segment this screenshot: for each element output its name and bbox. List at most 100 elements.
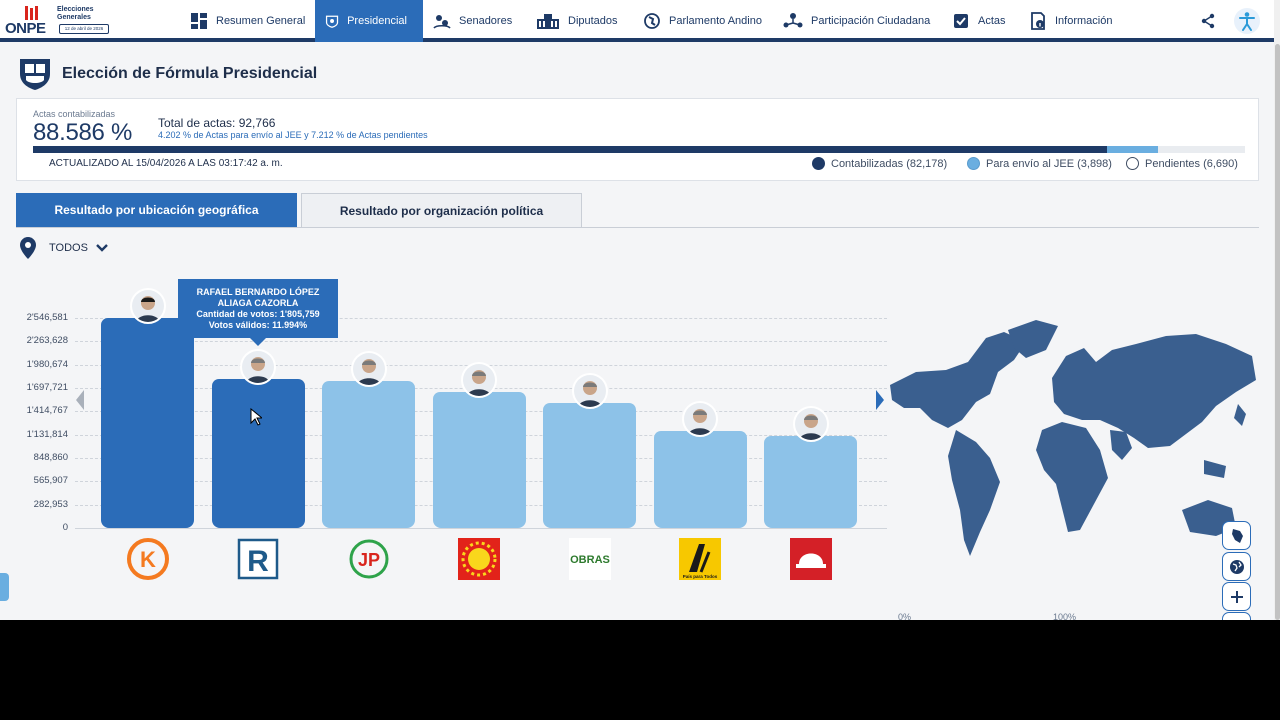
nav-resumen-general[interactable]: Resumen General xyxy=(190,0,305,42)
tooltip-name-2: ALIAGA CAZORLA xyxy=(217,298,299,308)
top-navigation: ONPE Elecciones Generales 12 de abril de… xyxy=(0,0,1274,42)
party-obras-logo-icon: OBRAS xyxy=(568,538,611,580)
tab-organizacion-politica[interactable]: Resultado por organización política xyxy=(301,193,582,227)
candidate-avatar xyxy=(461,361,497,398)
legend-jee: Para envío al JEE (3,898) xyxy=(967,157,1112,170)
flag-logo-icon xyxy=(25,6,38,20)
zoom-out-button[interactable] xyxy=(1222,612,1251,620)
nav-diputados[interactable]: Diputados xyxy=(536,0,618,42)
chart-next-arrow[interactable] xyxy=(876,390,884,410)
bar-6[interactable] xyxy=(653,430,747,528)
location-filter[interactable]: TODOS xyxy=(20,237,108,259)
senate-icon xyxy=(433,15,451,29)
nav-label: Participación Ciudadana xyxy=(811,15,931,27)
bar-1[interactable] xyxy=(101,318,194,528)
mouse-cursor-icon xyxy=(250,408,262,426)
nav-presidencial[interactable]: Presidencial xyxy=(315,0,423,42)
north-america-shape xyxy=(890,332,1026,428)
actas-label: Actas contabilizadas xyxy=(33,109,116,119)
candidate-avatar xyxy=(240,349,276,386)
share-icon[interactable] xyxy=(1200,13,1216,29)
world-view-button[interactable] xyxy=(1222,552,1251,581)
presidential-seal-icon xyxy=(325,15,339,28)
zoom-in-icon xyxy=(1230,590,1243,603)
svg-text:R: R xyxy=(247,545,269,578)
people-network-icon xyxy=(783,13,803,28)
scrollbar-thumb[interactable] xyxy=(1275,44,1280,620)
nav-label: Información xyxy=(1055,15,1113,27)
nav-informacion[interactable]: Información xyxy=(1029,0,1112,42)
y-tick-label: 1'980,674 xyxy=(26,358,68,370)
party-road-logo-icon: País para Todos xyxy=(679,538,721,580)
progress-contabilizadas xyxy=(33,146,1107,153)
south-america-shape xyxy=(948,430,1000,556)
bar-3[interactable] xyxy=(322,381,415,528)
japan-shape xyxy=(1234,404,1246,426)
world-map[interactable] xyxy=(886,310,1258,560)
bar-4[interactable] xyxy=(432,391,526,528)
dashboard-icon xyxy=(191,13,207,29)
tooltip-valid: Votos válidos: 11.994% xyxy=(208,320,308,330)
actas-progress-bar xyxy=(33,146,1245,153)
legend-dot xyxy=(812,157,825,170)
indonesia-shape xyxy=(1204,460,1226,478)
nav-participacion-ciudadana[interactable]: Participación Ciudadana xyxy=(783,0,930,42)
party-jp-logo-icon: JP xyxy=(348,538,390,580)
progress-jee xyxy=(1107,146,1158,153)
tab-divider xyxy=(16,227,1259,228)
checklist-icon xyxy=(954,14,968,28)
y-tick-label: 565,907 xyxy=(33,475,68,487)
y-tick-label: 282,953 xyxy=(33,498,68,510)
page-header: Elección de Fórmula Presidencial xyxy=(16,56,317,92)
tooltip-votes: Cantidad de votos: 1'805,759 xyxy=(196,309,320,319)
peru-coat-of-arms-icon xyxy=(20,59,50,90)
accessibility-icon[interactable] xyxy=(1234,8,1260,34)
svg-text:JP: JP xyxy=(357,550,379,570)
chart-prev-arrow[interactable] xyxy=(76,390,84,410)
tab-ubicacion-geografica[interactable]: Resultado por ubicación geográfica xyxy=(16,193,297,227)
info-document-icon xyxy=(1031,12,1045,30)
logo-generales: Generales xyxy=(57,14,91,21)
nav-label: Senadores xyxy=(459,15,513,27)
browser-viewport: ONPE Elecciones Generales 12 de abril de… xyxy=(0,0,1280,620)
congress-building-icon xyxy=(537,14,559,29)
party-r-logo-icon: R xyxy=(237,538,279,580)
svg-text:K: K xyxy=(140,547,156,572)
presidential-results-chart: 0 282,953 565,907 848,860 1'131,814 1'414,767… xyxy=(0,270,890,590)
svg-text:OBRAS: OBRAS xyxy=(570,554,610,566)
nav-senadores[interactable]: Senadores xyxy=(433,0,512,42)
nav-actas[interactable]: Actas xyxy=(952,0,1006,42)
side-panel-handle[interactable] xyxy=(0,573,9,601)
gridline xyxy=(75,341,887,343)
legend-label: Pendientes (6,690) xyxy=(1145,157,1238,170)
filter-label: TODOS xyxy=(49,242,88,254)
party-helmet-logo-icon xyxy=(789,538,832,580)
party-sun-logo-icon xyxy=(458,538,500,580)
legend-dot xyxy=(1126,157,1139,170)
total-actas: Total de actas: 92,766 xyxy=(158,116,276,130)
tooltip-name-1: RAFAEL BERNARDO LÓPEZ xyxy=(196,287,320,297)
y-tick-label: 0 xyxy=(62,522,68,533)
zoom-in-button[interactable] xyxy=(1222,582,1251,611)
map-scale-max: 100% xyxy=(1053,612,1077,620)
bar-2[interactable] xyxy=(211,379,305,528)
legend-contabilizadas: Contabilizadas (82,178) xyxy=(812,157,947,170)
nav-parlamento-andino[interactable]: Parlamento Andino xyxy=(643,0,762,42)
candidate-avatar xyxy=(571,373,608,410)
updated-timestamp: ACTUALIZADO AL 15/04/2026 A LAS 03:17:42… xyxy=(49,158,283,169)
globe-icon xyxy=(1229,559,1244,574)
andean-globe-icon xyxy=(644,13,660,29)
legend-pendientes: Pendientes (6,690) xyxy=(1126,157,1238,170)
legend-label: Contabilizadas (82,178) xyxy=(831,157,948,170)
bar-5[interactable] xyxy=(543,403,636,528)
bar-7[interactable] xyxy=(764,436,857,528)
actas-summary-card: Actas contabilizadas 88.586 % Total de a… xyxy=(16,98,1259,181)
logo-elecciones: Elecciones xyxy=(57,6,94,13)
location-pin-icon xyxy=(20,237,36,259)
peru-map-button[interactable] xyxy=(1222,521,1251,550)
onpe-logo[interactable]: ONPE Elecciones Generales 12 de abril de… xyxy=(5,4,110,38)
logo-wordmark: ONPE xyxy=(5,20,46,37)
peru-map-icon xyxy=(1231,528,1243,543)
nav-label: Presidencial xyxy=(347,15,407,27)
candidate-avatar xyxy=(792,406,829,443)
